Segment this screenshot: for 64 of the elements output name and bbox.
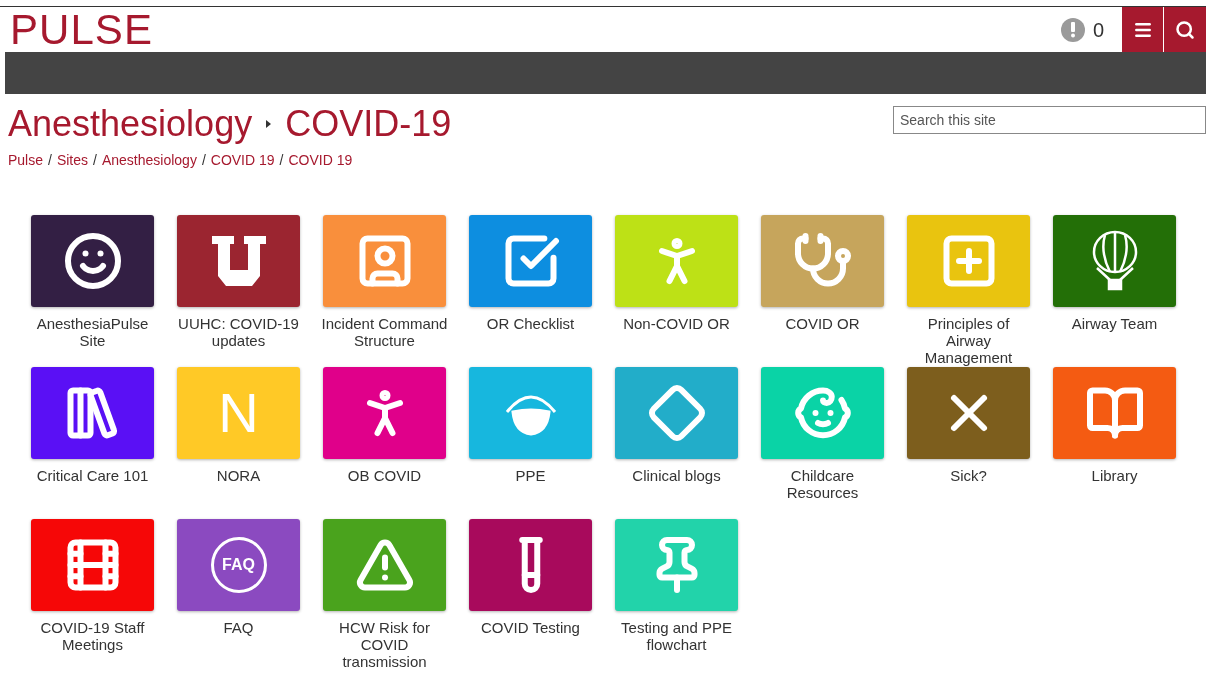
breadcrumb-separator: /: [201, 151, 206, 170]
tile-button[interactable]: [469, 367, 592, 459]
tile-label[interactable]: NORA: [173, 467, 304, 484]
tile-label[interactable]: COVID OR: [757, 315, 888, 332]
tile-label[interactable]: Childcare Resources: [757, 467, 888, 501]
tile-button[interactable]: [469, 519, 592, 611]
tile-label[interactable]: HCW Risk for COVID transmission: [319, 619, 450, 670]
tile-label[interactable]: Clinical blogs: [611, 467, 742, 484]
tile-label[interactable]: Sick?: [903, 467, 1034, 484]
tile-button[interactable]: [761, 367, 884, 459]
page-title: Anesthesiology: [8, 104, 253, 144]
tile-label[interactable]: UUHC: COVID-19 updates: [173, 315, 304, 349]
tile-label[interactable]: PPE: [465, 467, 596, 484]
breadcrumb-link[interactable]: COVID 19: [210, 150, 275, 171]
tile-label[interactable]: Non-COVID OR: [611, 315, 742, 332]
tile-button[interactable]: [615, 367, 738, 459]
tile-button[interactable]: [469, 215, 592, 307]
alert-icon[interactable]: [1060, 17, 1085, 42]
breadcrumb-link[interactable]: Sites: [56, 150, 89, 171]
tile-button[interactable]: [323, 519, 446, 611]
tile-label[interactable]: Principles of Airway Management: [903, 315, 1034, 366]
tile-button[interactable]: [615, 215, 738, 307]
face-icon: [62, 231, 123, 291]
tile-button[interactable]: [615, 519, 738, 611]
tile-label[interactable]: Library: [1049, 467, 1180, 484]
breadcrumb-link[interactable]: COVID 19: [288, 150, 353, 171]
tile-button[interactable]: FAQ: [177, 519, 300, 611]
tile-button[interactable]: [907, 367, 1030, 459]
tile-button[interactable]: [1053, 367, 1176, 459]
tile-label[interactable]: Airway Team: [1049, 315, 1180, 332]
breadcrumb-link[interactable]: Pulse: [8, 150, 44, 171]
tile-label[interactable]: FAQ: [173, 619, 304, 636]
alert-count: 0: [1092, 17, 1104, 43]
breadcrumb-separator: /: [279, 151, 284, 170]
tile-button[interactable]: [761, 215, 884, 307]
tile-button[interactable]: [31, 367, 154, 459]
search-button[interactable]: [1164, 7, 1206, 52]
tile-label[interactable]: COVID-19 Staff Meetings: [27, 619, 158, 653]
tile-label[interactable]: Incident Command Structure: [319, 315, 450, 349]
tile-label[interactable]: Testing and PPE flowchart: [611, 619, 742, 653]
diamond-icon: [646, 383, 707, 443]
tile-button[interactable]: [323, 367, 446, 459]
tile-button[interactable]: [323, 215, 446, 307]
tile-button[interactable]: [907, 215, 1030, 307]
search-field[interactable]: Search this site: [893, 106, 1206, 134]
breadcrumb-separator: /: [48, 151, 52, 170]
tile-button[interactable]: [31, 519, 154, 611]
tile-label[interactable]: Critical Care 101: [27, 467, 158, 484]
page-subtitle: COVID-19: [285, 104, 452, 144]
site-logo[interactable]: PULSE: [0, 8, 153, 51]
tile-label[interactable]: AnesthesiaPulse Site: [27, 315, 158, 349]
breadcrumb-link[interactable]: Anesthesiology: [101, 150, 197, 171]
tile-label[interactable]: COVID Testing: [465, 619, 596, 636]
breadcrumb-arrow-icon: [266, 120, 272, 128]
breadcrumb-separator: /: [93, 151, 97, 170]
tile-button[interactable]: [1053, 215, 1176, 307]
search-icon: [1175, 19, 1195, 40]
tile-button[interactable]: [31, 215, 154, 307]
tile-label[interactable]: OB COVID: [319, 467, 450, 484]
faq-icon: FAQ: [210, 537, 267, 593]
tile-label[interactable]: OR Checklist: [465, 315, 596, 332]
tile-button[interactable]: [177, 215, 300, 307]
menu-button[interactable]: [1122, 7, 1164, 52]
letter-icon: N: [218, 385, 259, 441]
